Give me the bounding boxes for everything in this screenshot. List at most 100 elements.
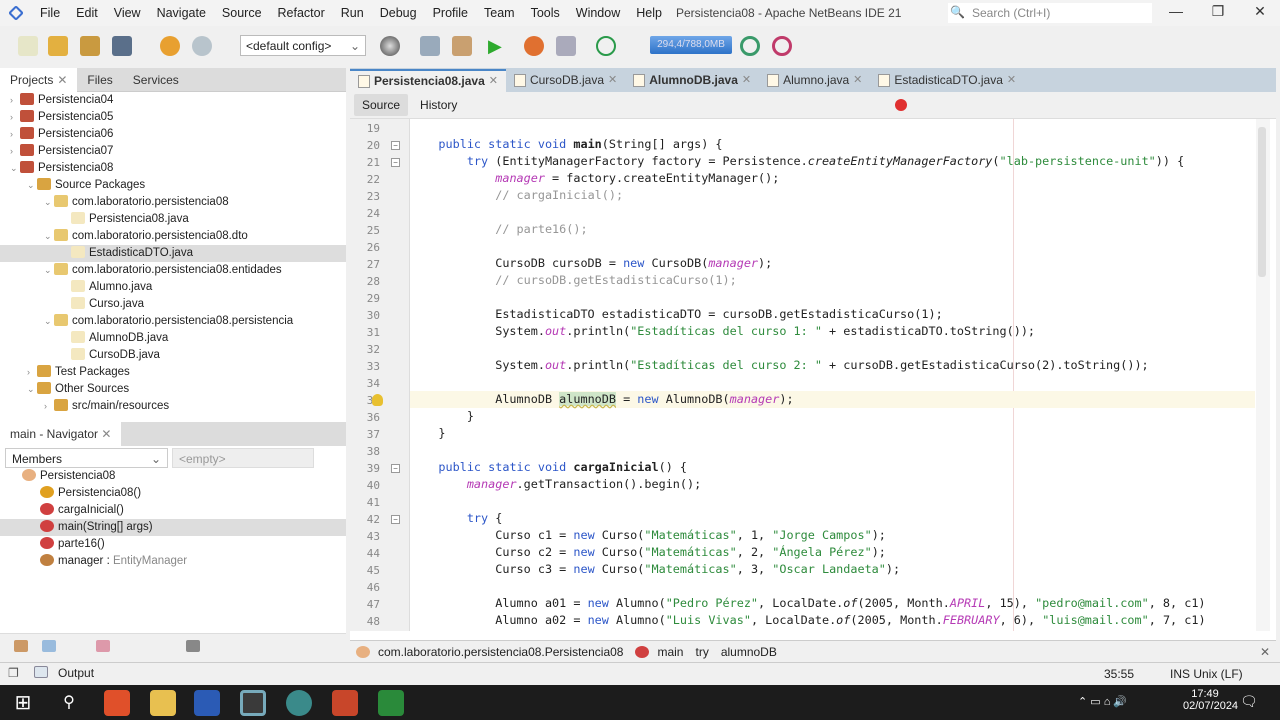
editor-tab[interactable]: Persistencia08.java ✕ [350,69,506,92]
chevron-icon[interactable]: › [10,143,20,160]
code-line[interactable]: AlumnoDB alumnoDB = new AlumnoDB(manager… [410,391,1255,408]
chevron-icon[interactable]: › [10,109,20,126]
code-line[interactable]: try { [410,510,1255,527]
navigator-item[interactable]: Persistencia08() [0,485,346,502]
open-project-icon[interactable] [80,36,100,56]
menu-source[interactable]: Source [214,6,270,20]
clock[interactable]: 17:49 02/07/2024 [1183,688,1238,712]
code-line[interactable] [410,204,1255,221]
output-tab[interactable]: Output [34,666,94,680]
code-line[interactable] [410,238,1255,255]
filter-icon[interactable] [14,640,28,652]
code-line[interactable]: System.out.println("Estadíticas del curs… [410,357,1255,374]
lock-icon[interactable] [96,640,110,652]
profile-project-icon[interactable] [596,36,616,56]
chevron-icon[interactable]: ⌄ [27,381,37,398]
code-line[interactable]: CursoDB cursoDB = new CursoDB(manager); [410,255,1255,272]
breadcrumb-item[interactable]: com.laboratorio.persistencia08.Persisten… [350,645,629,659]
chevron-icon[interactable]: ⌄ [44,194,54,211]
search-input[interactable]: Search (Ctrl+I) [948,3,1152,23]
tree-item[interactable]: AlumnoDB.java [0,330,346,347]
chevron-icon[interactable]: ⌄ [44,228,54,245]
close-icon[interactable]: ✕ [489,70,498,93]
clean-build-icon[interactable] [452,36,472,56]
chevron-icon[interactable]: › [10,126,20,143]
menu-team[interactable]: Team [476,6,523,20]
new-project-icon[interactable] [48,36,68,56]
fold-toggle-icon[interactable]: − [391,158,400,167]
close-icon[interactable]: ✕ [1007,69,1016,92]
excel-icon[interactable] [378,690,404,716]
minimize-button[interactable]: — [1156,3,1196,23]
breadcrumb-item[interactable]: alumnoDB [715,645,783,659]
sort-icon[interactable] [186,640,200,652]
scrollbar-thumb[interactable] [1258,127,1266,277]
menu-help[interactable]: Help [628,6,670,20]
code-line[interactable]: Curso c1 = new Curso("Matemáticas", 1, "… [410,527,1255,544]
code-line[interactable]: Curso c2 = new Curso("Matemáticas", 2, "… [410,544,1255,561]
tree-item[interactable]: Persistencia08.java [0,211,346,228]
code-line[interactable] [410,578,1255,595]
editor-tab[interactable]: AlumnoDB.java ✕ [625,69,759,92]
tree-item[interactable]: CursoDB.java [0,347,346,364]
chevron-icon[interactable]: ⌄ [44,262,54,279]
run-icon[interactable]: ▶ [488,36,508,56]
code-line[interactable]: System.out.println("Estadíticas del curs… [410,323,1255,340]
code-line[interactable]: Curso c3 = new Curso("Matemáticas", 3, "… [410,561,1255,578]
new-file-icon[interactable] [18,36,38,56]
navigator-item[interactable]: parte16() [0,536,346,553]
tab-projects[interactable]: Projects ✕ [0,67,78,92]
breadcrumb-item[interactable]: main [629,645,689,659]
profile-icon[interactable] [556,36,576,56]
code-line[interactable]: EstadisticaDTO estadisticaDTO = cursoDB.… [410,306,1255,323]
code-line[interactable] [410,119,1255,136]
code-line[interactable]: public static void main(String[] args) { [410,136,1255,153]
notifications-icon[interactable]: 🗨 [1240,693,1258,710]
editor-tab[interactable]: CursoDB.java ✕ [506,69,625,92]
menu-window[interactable]: Window [568,6,628,20]
tree-item[interactable]: ⌄ com.laboratorio.persistencia08.persiste… [0,313,346,330]
search-icon[interactable]: ⚲ [56,690,82,716]
menu-file[interactable]: File [32,6,68,20]
navigator-tab[interactable]: main - Navigator ✕ [0,422,122,446]
close-icon[interactable]: ✕ [853,69,862,92]
vertical-scrollbar[interactable] [1256,119,1270,631]
fold-toggle-icon[interactable]: − [391,515,400,524]
code-line[interactable]: Alumno a01 = new Alumno("Pedro Pérez", L… [410,595,1255,612]
editor-tab[interactable]: EstadisticaDTO.java ✕ [870,69,1024,92]
redo-icon[interactable] [192,36,212,56]
close-icon[interactable]: ✕ [742,69,751,92]
chevron-icon[interactable]: ⌄ [10,160,20,177]
code-line[interactable] [410,374,1255,391]
close-button[interactable]: ✕ [1240,3,1280,23]
memory-indicator[interactable]: 294,4/788,0MB [650,36,732,54]
navigator-item[interactable]: cargaInicial() [0,502,346,519]
history-tab[interactable]: History [412,94,465,116]
windows-start-icon[interactable]: ⊞ [10,690,36,716]
filter-select[interactable]: <empty> [172,448,314,468]
code-line[interactable] [410,289,1255,306]
code-line[interactable] [410,442,1255,459]
maximize-button[interactable]: ❐ [1198,3,1238,23]
tree-item[interactable]: › src/main/resources [0,398,346,415]
fold-toggle-icon[interactable]: − [391,464,400,473]
code-line[interactable]: manager = factory.createEntityManager(); [410,170,1255,187]
build-icon[interactable] [420,36,440,56]
menu-navigate[interactable]: Navigate [149,6,214,20]
code-line[interactable]: } [410,425,1255,442]
tree-item[interactable]: Alumno.java [0,279,346,296]
close-icon[interactable]: ✕ [1260,645,1270,659]
chevron-icon[interactable]: › [10,92,20,109]
source-tab[interactable]: Source [354,94,409,116]
menu-tools[interactable]: Tools [523,6,568,20]
save-all-icon[interactable] [112,36,132,56]
code-line[interactable]: public static void cargaInicial() { [410,459,1255,476]
tab-services[interactable]: Services [123,68,189,92]
menu-edit[interactable]: Edit [68,6,106,20]
lightbulb-hint-icon[interactable] [372,394,383,406]
tree-item[interactable]: ⌄ Persistencia08 [0,160,346,177]
netbeans-icon[interactable] [240,690,266,716]
chevron-icon[interactable]: › [44,398,54,415]
chevron-icon[interactable]: › [27,364,37,381]
tree-item[interactable]: › Persistencia07 [0,143,346,160]
